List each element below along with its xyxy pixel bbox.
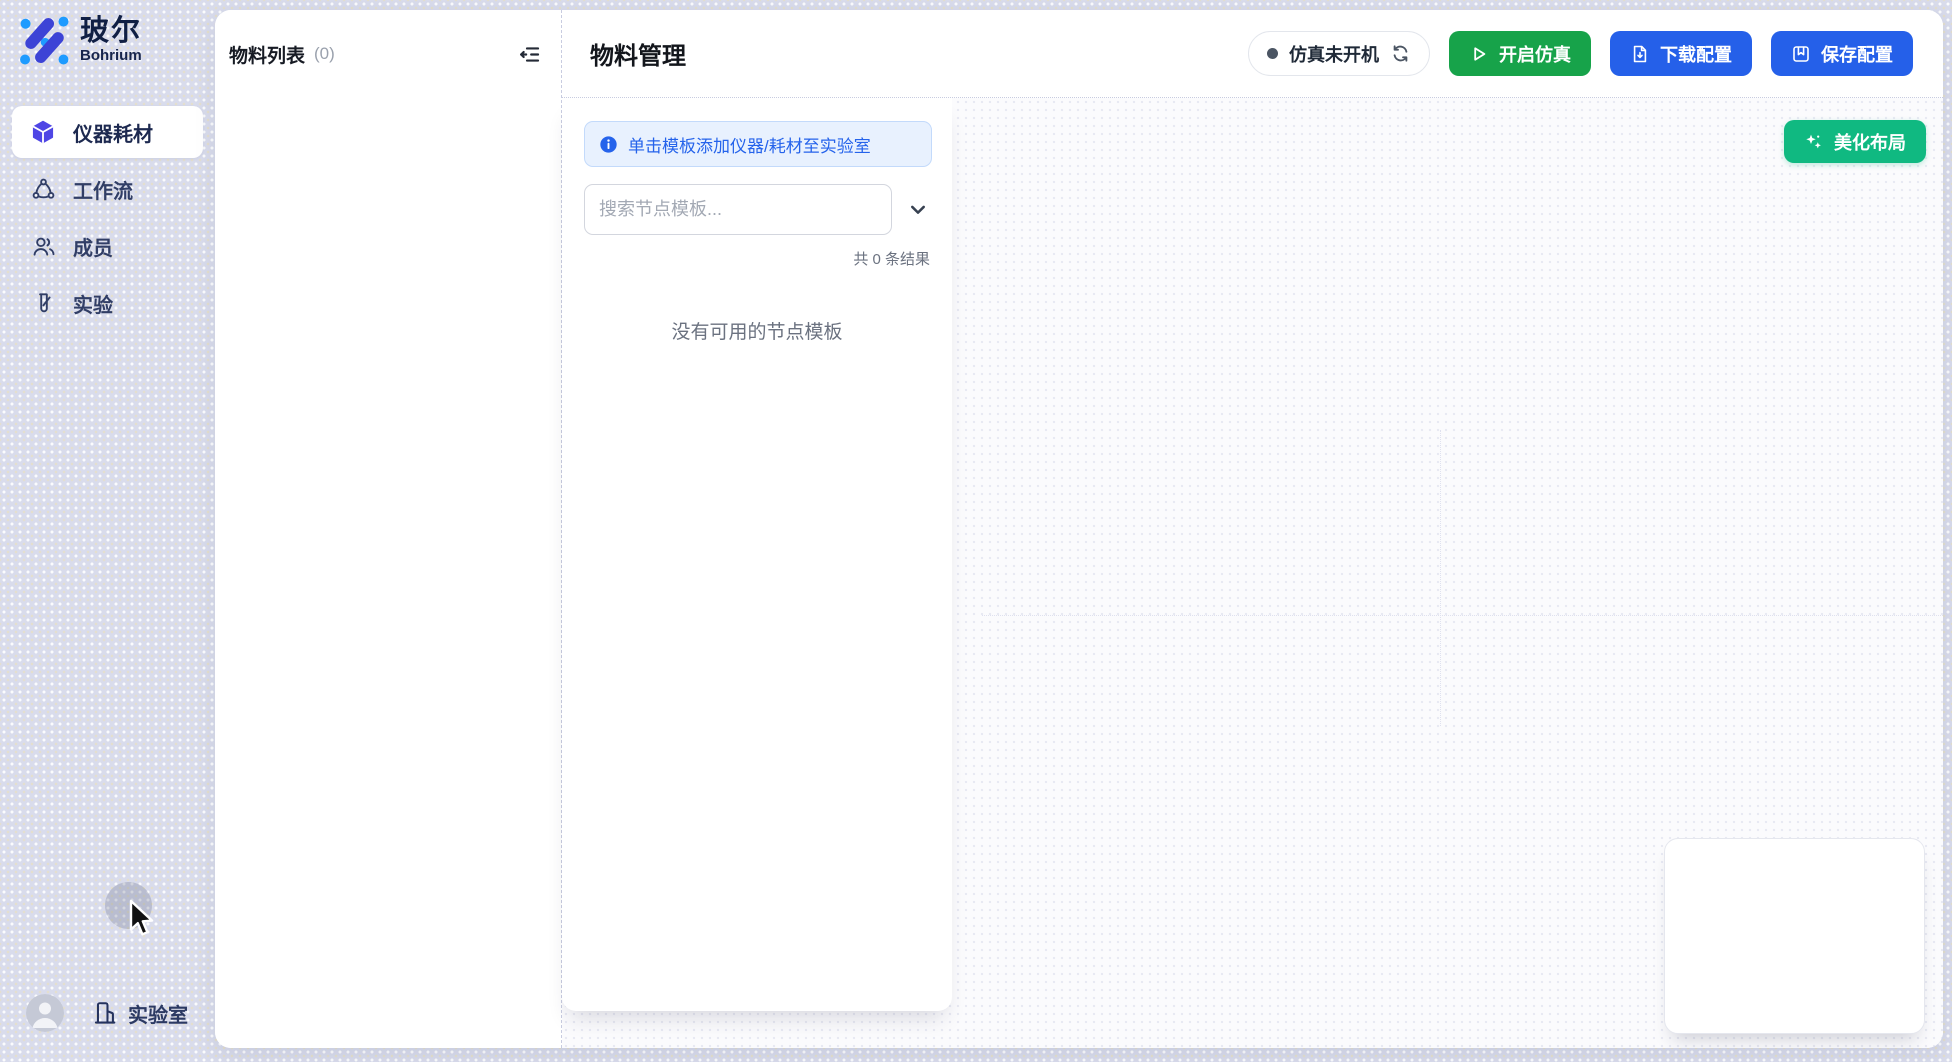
sidebar-item-members[interactable]: 成员 xyxy=(12,220,203,272)
hint-banner: 单击模板添加仪器/耗材至实验室 xyxy=(584,121,932,167)
users-icon xyxy=(30,233,56,259)
sidebar-item-label: 成员 xyxy=(73,232,113,261)
result-count: 共 0 条结果 xyxy=(562,248,952,269)
app-root: 玻尔 Bohrium 仪器耗材 xyxy=(0,0,1952,1062)
info-icon xyxy=(599,135,618,154)
download-config-button[interactable]: 下载配置 xyxy=(1610,31,1752,76)
brand-logo[interactable]: 玻尔 Bohrium xyxy=(18,14,142,66)
save-bookmark-icon xyxy=(1791,44,1811,64)
lab-label: 实验室 xyxy=(128,999,188,1028)
file-download-icon xyxy=(1630,44,1650,64)
chevron-down-icon[interactable] xyxy=(907,199,929,221)
save-config-button[interactable]: 保存配置 xyxy=(1771,31,1913,76)
status-dot-icon xyxy=(1267,48,1278,59)
cube-icon xyxy=(30,119,56,145)
refresh-icon[interactable] xyxy=(1390,43,1411,64)
canvas-guide-horizontal xyxy=(982,615,1943,616)
click-ripple xyxy=(105,882,152,929)
brand-name: 玻尔 xyxy=(80,16,142,46)
minimap[interactable] xyxy=(1664,838,1925,1034)
sidebar-nav: 仪器耗材 工作流 xyxy=(0,106,215,334)
hint-banner-text: 单击模板添加仪器/耗材至实验室 xyxy=(628,132,871,157)
header-actions: 仿真未开机 xyxy=(1248,31,1913,76)
test-tube-icon xyxy=(30,290,56,316)
collapse-panel-icon[interactable] xyxy=(517,41,543,67)
avatar[interactable] xyxy=(26,994,64,1032)
material-list-header: 物料列表 (0) xyxy=(215,10,561,98)
sidebar-item-workflow[interactable]: 工作流 xyxy=(12,163,203,215)
sidebar-item-label: 工作流 xyxy=(73,175,133,204)
start-simulation-button[interactable]: 开启仿真 xyxy=(1449,31,1591,76)
start-simulation-label: 开启仿真 xyxy=(1499,41,1571,67)
status-text: 仿真未开机 xyxy=(1289,41,1379,67)
beautify-layout-label: 美化布局 xyxy=(1834,129,1906,155)
beautify-layout-button[interactable]: 美化布局 xyxy=(1784,120,1926,163)
simulation-status-pill[interactable]: 仿真未开机 xyxy=(1248,31,1430,76)
save-config-label: 保存配置 xyxy=(1821,41,1893,67)
bohrium-logo-icon xyxy=(18,14,70,66)
material-list-count: (0) xyxy=(314,44,335,64)
material-list-title: 物料列表 xyxy=(229,41,305,68)
search-input[interactable] xyxy=(584,184,892,235)
sidebar-item-label: 仪器耗材 xyxy=(73,118,153,147)
play-icon xyxy=(1469,44,1489,64)
sidebar: 玻尔 Bohrium 仪器耗材 xyxy=(0,0,215,1062)
sidebar-item-lab[interactable]: 实验室 xyxy=(92,999,188,1028)
canvas-guide-vertical xyxy=(1440,430,1441,726)
sparkles-icon xyxy=(1804,132,1824,152)
material-list-panel: 物料列表 (0) xyxy=(215,10,562,1048)
building-icon xyxy=(92,1000,118,1026)
search-row xyxy=(584,184,952,235)
template-panel: 单击模板添加仪器/耗材至实验室 共 0 条结果 没有可用的节点模板 xyxy=(562,98,952,1011)
download-config-label: 下载配置 xyxy=(1660,41,1732,67)
sidebar-item-label: 实验 xyxy=(73,289,113,318)
brand-subname: Bohrium xyxy=(80,47,142,64)
main-window: 物料列表 (0) 物料管理 仿真未开机 xyxy=(215,10,1943,1048)
empty-state-text: 没有可用的节点模板 xyxy=(562,317,952,344)
canvas-header: 物料管理 仿真未开机 xyxy=(562,10,1943,98)
sidebar-item-instruments[interactable]: 仪器耗材 xyxy=(12,106,203,158)
sidebar-footer: 实验室 xyxy=(26,994,188,1032)
page-title: 物料管理 xyxy=(590,36,686,71)
workflow-icon xyxy=(30,176,56,202)
sidebar-item-experiment[interactable]: 实验 xyxy=(12,277,203,329)
